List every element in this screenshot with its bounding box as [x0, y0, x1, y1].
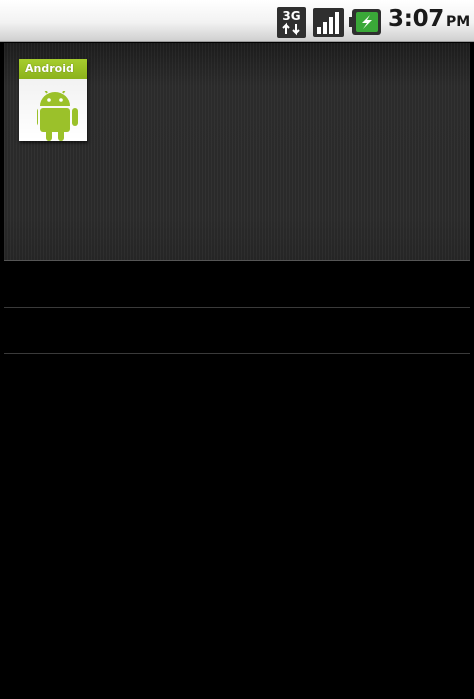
- battery-charging-icon: [349, 9, 381, 35]
- screen: 3G 3:07 PM Android: [0, 0, 474, 699]
- clock[interactable]: 3:07 PM: [388, 6, 470, 38]
- network-type-label: 3G: [282, 9, 300, 23]
- list-divider: [4, 353, 470, 354]
- status-bar[interactable]: 3G 3:07 PM: [0, 0, 474, 42]
- 3g-data-icon: 3G: [277, 7, 306, 38]
- android-robot-icon: [37, 91, 78, 141]
- list-divider: [4, 307, 470, 308]
- signal-strength-icon: [313, 8, 344, 37]
- clock-ampm: PM: [446, 14, 471, 30]
- clock-time: 3:07: [388, 6, 445, 32]
- file-tile-label: Android: [19, 59, 87, 79]
- android-file-tile[interactable]: Android: [19, 59, 87, 141]
- file-panel: Android: [4, 43, 470, 261]
